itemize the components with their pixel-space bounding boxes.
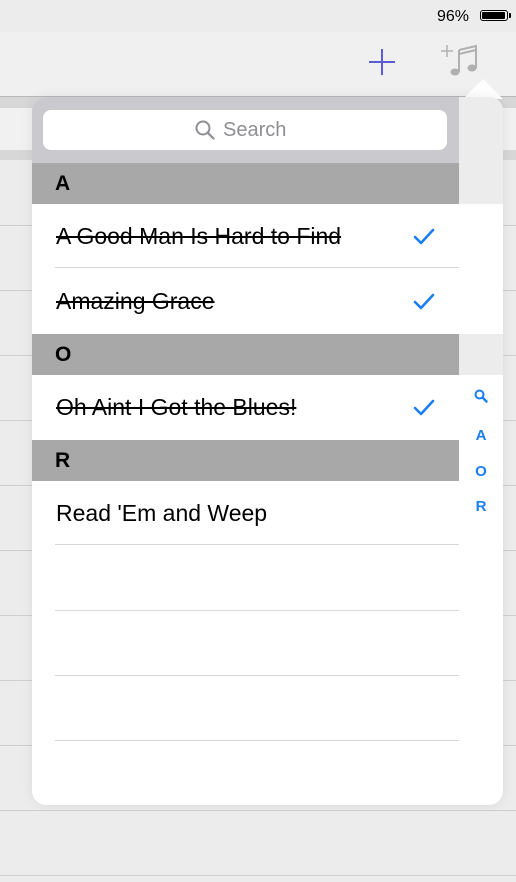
song-row[interactable]: A Good Man Is Hard to Find (32, 204, 459, 268)
checkmark-icon (413, 228, 435, 245)
section-header-a: A (32, 163, 459, 204)
index-search[interactable] (459, 389, 503, 407)
index-letter-o[interactable]: O (459, 463, 503, 480)
status-bar: 96% (0, 0, 516, 32)
battery-icon (480, 10, 511, 21)
song-row[interactable]: Read 'Em and Weep (32, 481, 459, 545)
section-header-o: O (32, 334, 459, 375)
checkmark-icon (413, 293, 435, 310)
song-title: Oh Aint I Got the Blues! (56, 394, 297, 420)
background-row-divider (0, 875, 516, 876)
index-bar-top (459, 97, 503, 204)
song-title: Amazing Grace (56, 288, 215, 314)
index-letter-r[interactable]: R (459, 498, 503, 515)
search-icon (474, 389, 488, 403)
add-music-button[interactable] (440, 42, 480, 82)
empty-row-divider (55, 740, 459, 741)
search-bar: Search (32, 97, 459, 163)
search-input[interactable]: Search (43, 110, 447, 150)
empty-row-divider (55, 610, 459, 611)
search-placeholder: Search (223, 118, 287, 141)
song-row[interactable]: Amazing Grace (32, 269, 459, 333)
checkmark-icon (413, 399, 435, 416)
add-music-icon (441, 44, 477, 76)
song-picker-popover: Search A A Good Man Is Hard to Find Amaz… (32, 97, 503, 805)
section-header-r: R (32, 440, 459, 481)
battery-percent: 96% (436, 8, 469, 25)
row-divider (55, 544, 459, 545)
search-icon (195, 120, 215, 140)
index-letter-a[interactable]: A (459, 427, 503, 444)
song-title: Read 'Em and Weep (56, 500, 268, 526)
index-bar-section (459, 334, 503, 375)
popover-arrow (463, 79, 503, 99)
song-row[interactable]: Oh Aint I Got the Blues! (32, 375, 459, 439)
song-title: A Good Man Is Hard to Find (56, 223, 342, 249)
add-button[interactable] (366, 46, 398, 78)
row-divider (55, 267, 459, 268)
plus-icon (369, 49, 395, 75)
empty-row-divider (55, 675, 459, 676)
background-row-divider (0, 810, 516, 811)
navigation-bar (0, 32, 516, 97)
